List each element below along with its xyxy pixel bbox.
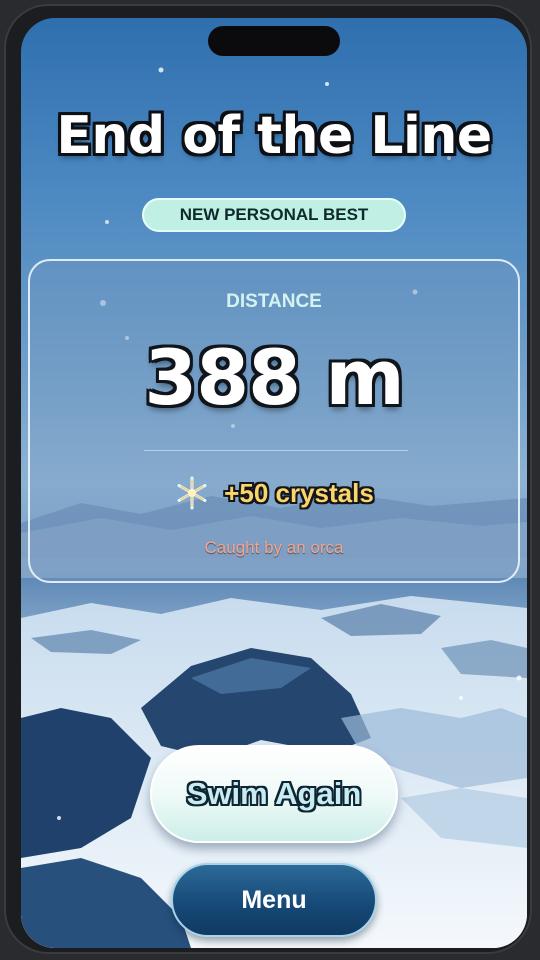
- snowflake-crystal-icon: [177, 476, 207, 510]
- game-over-title: End of the Line: [56, 106, 492, 166]
- result-card: DISTANCE 388 m +50 crystals Caught by an…: [28, 259, 520, 583]
- swim-again-button[interactable]: Swim Again: [150, 745, 398, 843]
- menu-button[interactable]: Menu: [171, 863, 377, 937]
- phone-frame: End of the Line NEW PERSONAL BEST DISTAN…: [4, 4, 532, 954]
- distance-label: DISTANCE: [226, 291, 322, 312]
- crystal-reward-text: +50 crystals: [224, 477, 374, 508]
- card-divider: [144, 450, 408, 451]
- crystal-reward: +50 crystals: [30, 473, 518, 513]
- camera-notch: [208, 26, 340, 56]
- personal-best-badge: NEW PERSONAL BEST: [142, 198, 406, 232]
- distance-value: 388 m: [144, 333, 404, 422]
- game-screen: End of the Line NEW PERSONAL BEST DISTAN…: [21, 18, 527, 948]
- death-cause-text: Caught by an orca: [204, 538, 344, 557]
